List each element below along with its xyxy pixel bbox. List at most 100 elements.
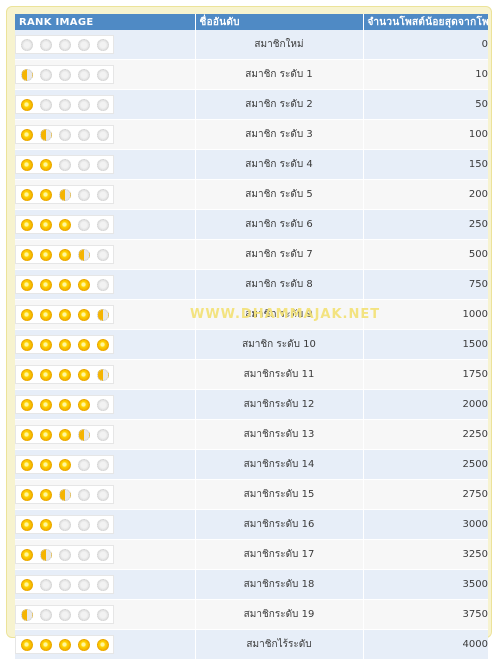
- empty-star-icon: [59, 158, 71, 171]
- half-star-icon: [78, 248, 90, 261]
- half-star-icon: [21, 608, 33, 621]
- half-star-icon: [40, 128, 52, 141]
- rank-stars: [15, 515, 114, 534]
- rank-name: สมาชิก ระดับ 10: [194, 329, 363, 360]
- rank-min-posts: 200: [362, 179, 488, 210]
- rank-min-posts: 150: [362, 149, 488, 180]
- half-star-icon: [59, 188, 71, 201]
- empty-star-icon: [97, 548, 109, 561]
- table-row: สมาชิกระดับ 15 2750: [15, 479, 488, 510]
- gold-star-icon: [59, 428, 71, 441]
- rank-image-cell: [15, 269, 195, 300]
- empty-star-icon: [21, 38, 33, 51]
- empty-star-icon: [97, 158, 109, 171]
- empty-star-icon: [59, 608, 71, 621]
- rank-name: สมาชิก ระดับ 1: [194, 59, 363, 90]
- empty-star-icon: [78, 518, 90, 531]
- empty-star-icon: [97, 518, 109, 531]
- rank-image-cell: [15, 419, 195, 450]
- rank-min-posts: 3750: [362, 599, 488, 630]
- gold-star-icon: [40, 158, 52, 171]
- table-row: สมาชิก ระดับ 10 1500: [15, 329, 488, 360]
- rank-name: สมาชิก ระดับ 2: [194, 89, 363, 120]
- rank-stars: [15, 65, 114, 84]
- empty-star-icon: [59, 128, 71, 141]
- gold-star-icon: [21, 248, 33, 261]
- rank-stars: [15, 575, 114, 594]
- gold-star-icon: [21, 308, 33, 321]
- half-star-icon: [59, 488, 71, 501]
- rank-stars: [15, 335, 114, 354]
- rank-stars: [15, 215, 114, 234]
- rank-stars: [15, 425, 114, 444]
- empty-star-icon: [59, 578, 71, 591]
- rank-image-cell: [15, 449, 195, 480]
- rank-stars: [15, 275, 114, 294]
- half-star-icon: [78, 428, 90, 441]
- rank-min-posts: 250: [362, 209, 488, 240]
- rank-image-cell: [15, 149, 195, 180]
- rank-min-posts: 2750: [362, 479, 488, 510]
- gold-star-icon: [21, 548, 33, 561]
- gold-star-icon: [40, 428, 52, 441]
- gold-star-icon: [59, 338, 71, 351]
- table-row: สมาชิกระดับ 17 3250: [15, 539, 488, 570]
- rank-image-cell: [15, 30, 195, 60]
- empty-star-icon: [97, 578, 109, 591]
- empty-star-icon: [59, 98, 71, 111]
- rank-name: สมาชิก ระดับ 7: [194, 239, 363, 270]
- rank-min-posts: 1000: [362, 299, 488, 330]
- rank-image-cell: [15, 539, 195, 570]
- table-row: สมาชิกใหม่ 0: [15, 30, 488, 60]
- gold-star-icon: [21, 518, 33, 531]
- rank-min-posts: 0: [362, 30, 488, 60]
- table-row: สมาชิกระดับ 13 2250: [15, 419, 488, 450]
- gold-star-icon: [21, 398, 33, 411]
- empty-star-icon: [97, 128, 109, 141]
- rank-min-posts: 50: [362, 89, 488, 120]
- empty-star-icon: [97, 608, 109, 621]
- rank-name: สมาชิก ระดับ 4: [194, 149, 363, 180]
- rank-min-posts: 1500: [362, 329, 488, 360]
- gold-star-icon: [21, 368, 33, 381]
- gold-star-icon: [21, 428, 33, 441]
- rank-stars: [15, 125, 114, 144]
- empty-star-icon: [40, 578, 52, 591]
- empty-star-icon: [78, 158, 90, 171]
- gold-star-icon: [40, 248, 52, 261]
- rank-name: สมาชิกระดับ 15: [194, 479, 363, 510]
- empty-star-icon: [78, 608, 90, 621]
- rank-min-posts: 750: [362, 269, 488, 300]
- empty-star-icon: [97, 218, 109, 231]
- rank-min-posts: 10: [362, 59, 488, 90]
- empty-star-icon: [59, 518, 71, 531]
- table-row: สมาชิก ระดับ 7 500: [15, 239, 488, 270]
- header-rank-name: ชื่ออันดับ: [194, 14, 363, 30]
- empty-star-icon: [97, 458, 109, 471]
- rank-name: สมาชิกระดับ 19: [194, 599, 363, 630]
- gold-star-icon: [78, 308, 90, 321]
- empty-star-icon: [97, 398, 109, 411]
- gold-star-icon: [59, 278, 71, 291]
- gold-star-icon: [40, 218, 52, 231]
- rank-name: สมาชิกระดับ 11: [194, 359, 363, 390]
- gold-star-icon: [21, 458, 33, 471]
- table-row: สมาชิก ระดับ 5 200: [15, 179, 488, 210]
- gold-star-icon: [40, 458, 52, 471]
- rank-min-posts: 2000: [362, 389, 488, 420]
- table-row: สมาชิก ระดับ 9 1000: [15, 299, 488, 330]
- gold-star-icon: [21, 158, 33, 171]
- empty-star-icon: [97, 278, 109, 291]
- empty-star-icon: [78, 68, 90, 81]
- table-row: สมาชิก ระดับ 8 750: [15, 269, 488, 300]
- empty-star-icon: [78, 188, 90, 201]
- rank-name: สมาชิก ระดับ 8: [194, 269, 363, 300]
- rank-stars: [15, 545, 114, 564]
- gold-star-icon: [21, 578, 33, 591]
- gold-star-icon: [97, 338, 109, 351]
- rank-stars: [15, 395, 114, 414]
- table-row: สมาชิกระดับ 12 2000: [15, 389, 488, 420]
- rank-image-cell: [15, 239, 195, 270]
- table-row: สมาชิก ระดับ 6 250: [15, 209, 488, 240]
- empty-star-icon: [40, 608, 52, 621]
